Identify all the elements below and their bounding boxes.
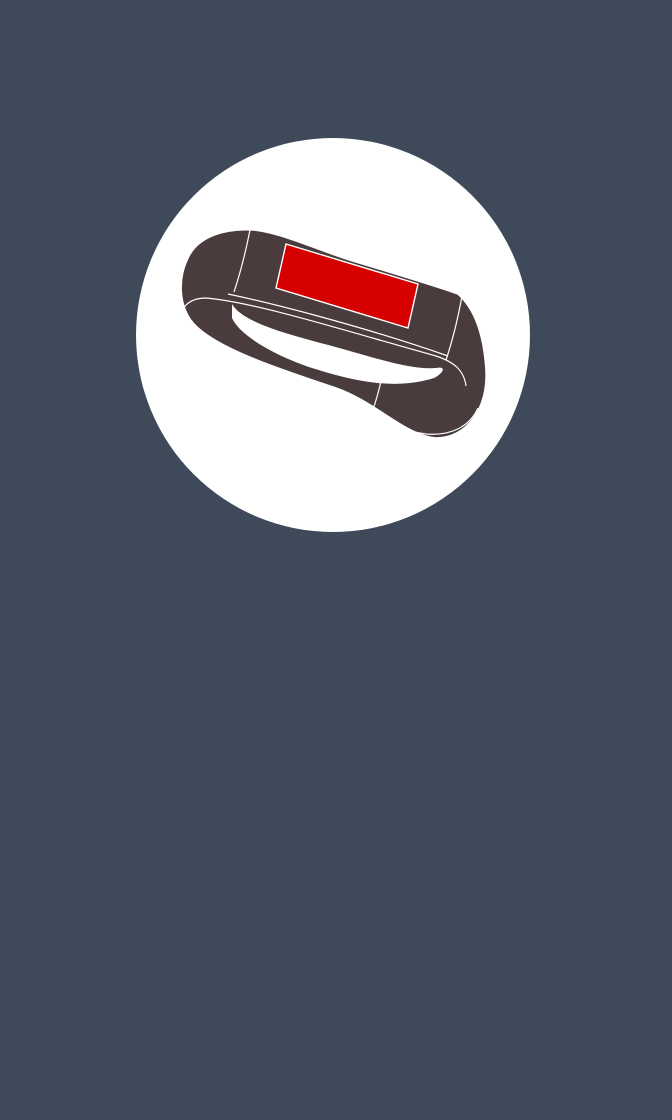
device-badge xyxy=(136,138,530,532)
onboarding-screen xyxy=(0,0,672,1120)
fitness-band-icon xyxy=(180,228,487,439)
